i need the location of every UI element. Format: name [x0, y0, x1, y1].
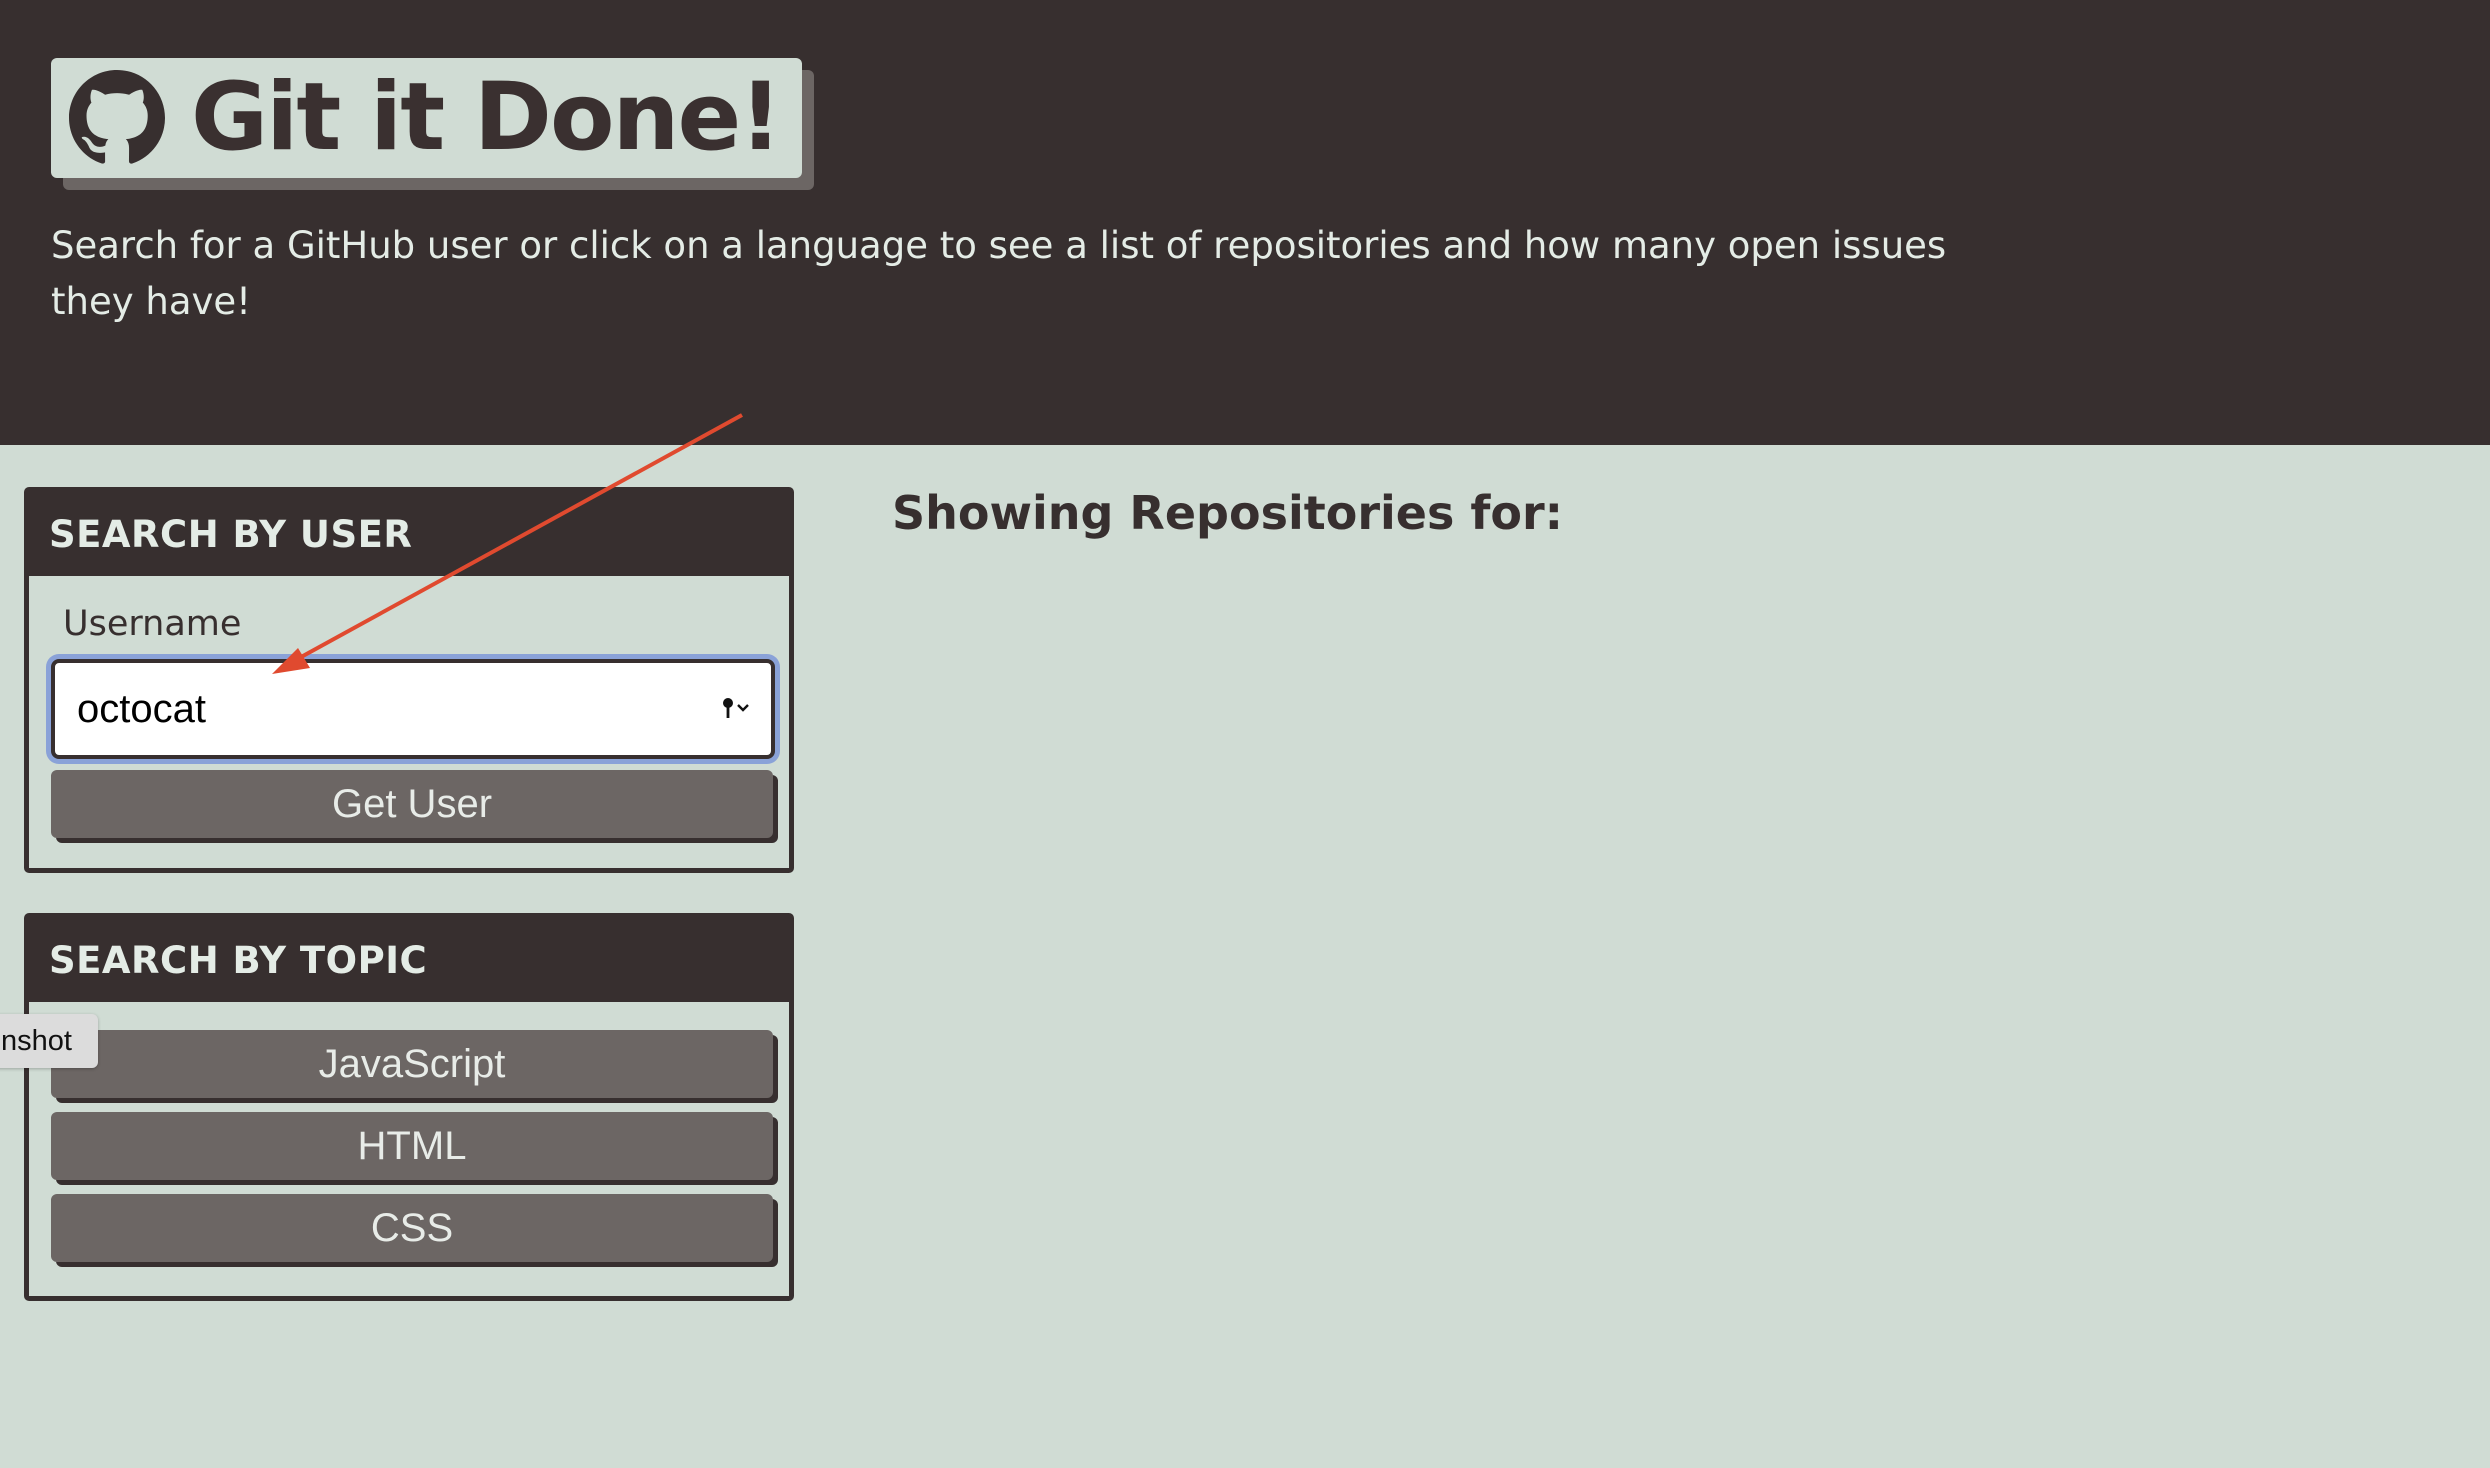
topic-html-button[interactable]: HTML — [51, 1112, 773, 1180]
app-title: Git it Done! — [191, 63, 782, 172]
get-user-button[interactable]: Get User — [51, 770, 773, 838]
username-input[interactable] — [55, 663, 701, 755]
search-by-topic-heading: SEARCH BY TOPIC — [29, 918, 789, 1002]
tooltip-text: nshot — [1, 1025, 72, 1057]
results-heading: Showing Repositories for: — [892, 486, 1564, 540]
search-by-user-heading: SEARCH BY USER — [29, 492, 789, 576]
topic-javascript-button[interactable]: JavaScript — [51, 1030, 773, 1098]
topic-css-button[interactable]: CSS — [51, 1194, 773, 1262]
search-by-topic-card: SEARCH BY TOPIC JavaScript HTML CSS — [24, 913, 794, 1301]
github-octocat-icon — [69, 70, 165, 164]
search-by-user-card: SEARCH BY USER Username Get User — [24, 487, 794, 873]
username-label: Username — [63, 604, 242, 644]
brand-logo-box: Git it Done! — [51, 58, 803, 178]
password-autofill-key-icon[interactable] — [701, 663, 771, 755]
app-subtitle: Search for a GitHub user or click on a l… — [51, 224, 1947, 323]
hero-header: Git it Done! Search for a GitHub user or… — [0, 0, 2490, 445]
username-input-wrapper — [51, 659, 775, 759]
screenshot-tooltip: nshot — [0, 1014, 98, 1068]
key-icon — [723, 698, 749, 718]
